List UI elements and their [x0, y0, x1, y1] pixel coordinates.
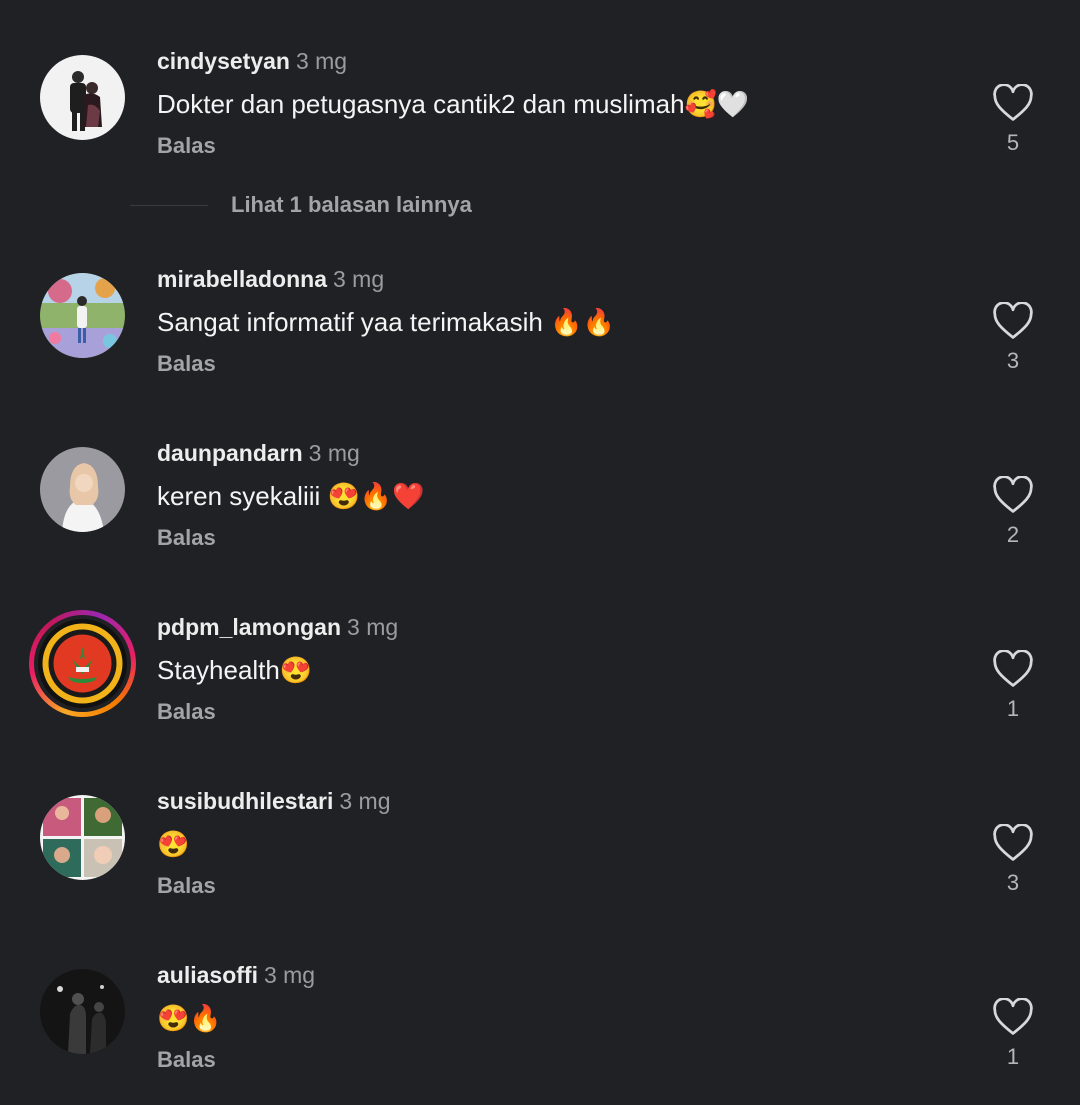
like-count: 1	[1006, 1044, 1020, 1069]
comment-item: pdpm_lamongan 3 mg Stayhealth😍 Balas 1	[0, 566, 1080, 740]
avatar[interactable]	[40, 55, 125, 140]
like-count: 2	[1006, 522, 1020, 547]
heart-icon[interactable]	[992, 998, 1034, 1036]
comment-time: 3 mg	[308, 440, 360, 466]
heart-icon[interactable]	[992, 84, 1034, 122]
like-control: 1	[990, 998, 1036, 1072]
comment-text: Dokter dan petugasnya cantik2 dan muslim…	[157, 89, 750, 119]
comment-text: 😍🔥	[157, 1003, 222, 1033]
avatar-image	[40, 55, 125, 140]
like-control: 3	[990, 302, 1036, 376]
avatar-image	[40, 273, 125, 358]
username[interactable]: auliasoffi	[157, 962, 258, 988]
comment-time: 3 mg	[295, 48, 348, 74]
reply-button[interactable]: Balas	[157, 1044, 216, 1076]
view-more-replies-label[interactable]: Lihat 1 balasan lainnya	[231, 188, 472, 222]
reply-button[interactable]: Balas	[157, 696, 216, 728]
avatar[interactable]	[40, 447, 125, 532]
comment-item: susibudhilestari 3 mg 😍 Balas 3	[0, 740, 1080, 914]
like-control: 5	[990, 84, 1036, 158]
heart-icon[interactable]	[992, 650, 1034, 688]
comment-header: daunpandarn 3 mg	[157, 436, 360, 470]
comment-item: mirabelladonna 3 mg Sangat informatif yaa…	[0, 218, 1080, 392]
comment-time: 3 mg	[347, 614, 399, 640]
comment-item: auliasoffi 3 mg 😍🔥 Balas 1	[0, 914, 1080, 1088]
like-control: 1	[990, 650, 1036, 724]
comment-time: 3 mg	[263, 962, 316, 988]
username[interactable]: susibudhilestari	[157, 788, 333, 814]
comment-time: 3 mg	[339, 788, 391, 814]
username[interactable]: daunpandarn	[157, 440, 303, 466]
heart-icon[interactable]	[992, 302, 1034, 340]
organization-logo	[38, 619, 127, 708]
avatar-image	[40, 969, 125, 1054]
comment-header: susibudhilestari 3 mg	[157, 784, 391, 818]
like-count: 3	[1006, 348, 1020, 373]
comment-text: 😍	[157, 829, 190, 859]
like-count: 1	[1006, 696, 1020, 721]
username[interactable]: mirabelladonna	[157, 266, 327, 292]
avatar[interactable]	[40, 969, 125, 1054]
like-count: 3	[1006, 870, 1020, 895]
like-control: 3	[990, 824, 1036, 898]
avatar[interactable]	[40, 273, 125, 358]
reply-button[interactable]: Balas	[157, 522, 216, 554]
avatar-story-ring[interactable]	[29, 610, 136, 717]
reply-button[interactable]: Balas	[157, 130, 216, 162]
comment-text: keren syekaliii 😍🔥❤️	[157, 481, 425, 511]
comment-text: Sangat informatif yaa terimakasih 🔥🔥	[157, 307, 615, 337]
like-count: 5	[1006, 130, 1020, 155]
avatar-image	[40, 447, 125, 532]
username[interactable]: cindysetyan	[157, 48, 290, 74]
like-control: 2	[990, 476, 1036, 550]
username[interactable]: pdpm_lamongan	[157, 614, 341, 640]
comment-text: Stayhealth😍	[157, 655, 313, 685]
heart-icon[interactable]	[992, 476, 1034, 514]
comment-time: 3 mg	[332, 266, 385, 292]
avatar	[38, 619, 127, 708]
comment-item: cindysetyan 3 mg Dokter dan petugasnya ca…	[0, 0, 1080, 174]
comment-header: auliasoffi 3 mg	[157, 958, 315, 992]
reply-button[interactable]: Balas	[157, 348, 216, 380]
divider-line	[130, 205, 208, 206]
comment-header: pdpm_lamongan 3 mg	[157, 610, 398, 644]
comment-header: cindysetyan 3 mg	[157, 44, 347, 78]
comment-header: mirabelladonna 3 mg	[157, 262, 384, 296]
avatar-image	[40, 795, 125, 880]
reply-button[interactable]: Balas	[157, 870, 216, 902]
avatar[interactable]	[40, 795, 125, 880]
comment-item: daunpandarn 3 mg keren syekaliii 😍🔥❤️ Bal…	[0, 392, 1080, 566]
heart-icon[interactable]	[992, 824, 1034, 862]
